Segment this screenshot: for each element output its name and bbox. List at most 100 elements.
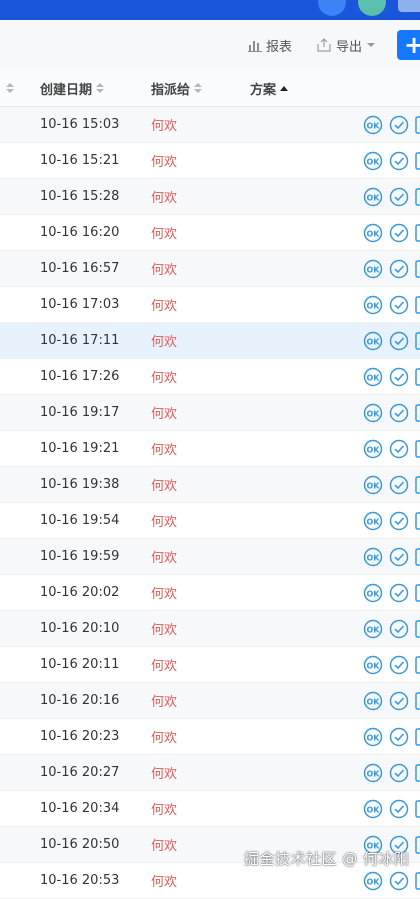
ok-icon[interactable]: OK <box>363 251 383 286</box>
edit-icon[interactable] <box>414 323 420 358</box>
edit-icon[interactable] <box>414 215 420 250</box>
edit-icon[interactable] <box>414 755 420 790</box>
edit-icon[interactable] <box>414 539 420 574</box>
check-circle-icon[interactable] <box>389 503 409 538</box>
ok-icon[interactable]: OK <box>363 683 383 718</box>
check-circle-icon[interactable] <box>389 755 409 790</box>
edit-icon[interactable] <box>414 431 420 466</box>
ok-icon[interactable]: OK <box>363 431 383 466</box>
edit-icon[interactable] <box>414 287 420 322</box>
edit-icon[interactable] <box>414 791 420 826</box>
ok-icon[interactable]: OK <box>363 179 383 214</box>
table-row[interactable]: 10-16 19:17 何欢 OK <box>0 395 420 431</box>
table-row[interactable]: 10-16 20:23 何欢 OK <box>0 719 420 755</box>
check-circle-icon[interactable] <box>389 143 409 178</box>
ok-icon[interactable]: OK <box>363 647 383 682</box>
table-row[interactable]: 10-16 20:11 何欢 OK <box>0 647 420 683</box>
check-circle-icon[interactable] <box>389 647 409 682</box>
check-circle-icon[interactable] <box>389 179 409 214</box>
edit-icon[interactable] <box>414 503 420 538</box>
check-circle-icon[interactable] <box>389 431 409 466</box>
table-row[interactable]: 10-16 15:28 何欢 OK <box>0 179 420 215</box>
table-row[interactable]: 10-16 19:21 何欢 OK <box>0 431 420 467</box>
ok-icon[interactable]: OK <box>363 503 383 538</box>
svg-text:OK: OK <box>367 229 381 238</box>
ok-icon[interactable]: OK <box>363 395 383 430</box>
ok-icon[interactable]: OK <box>363 107 383 142</box>
table-row[interactable]: 10-16 20:10 何欢 OK <box>0 611 420 647</box>
edit-icon[interactable] <box>414 647 420 682</box>
ok-icon[interactable]: OK <box>363 719 383 754</box>
ok-icon[interactable]: OK <box>363 755 383 790</box>
table-row[interactable]: 10-16 16:57 何欢 OK <box>0 251 420 287</box>
column-sort-toggle[interactable] <box>2 70 14 106</box>
table-row[interactable]: 10-16 17:26 何欢 OK <box>0 359 420 395</box>
edit-icon[interactable] <box>414 683 420 718</box>
avatar[interactable] <box>358 0 386 16</box>
ok-icon[interactable]: OK <box>363 143 383 178</box>
ok-icon[interactable]: OK <box>363 611 383 646</box>
check-circle-icon[interactable] <box>389 539 409 574</box>
svg-text:OK: OK <box>367 373 381 382</box>
avatar[interactable] <box>318 0 346 16</box>
check-circle-icon[interactable] <box>389 719 409 754</box>
edit-icon[interactable] <box>414 467 420 502</box>
add-button[interactable]: + <box>397 30 420 60</box>
edit-icon[interactable] <box>414 719 420 754</box>
edit-icon[interactable] <box>414 575 420 610</box>
check-circle-icon[interactable] <box>389 107 409 142</box>
check-circle-icon[interactable] <box>389 215 409 250</box>
edit-icon[interactable] <box>414 251 420 286</box>
ok-icon[interactable]: OK <box>363 323 383 358</box>
ok-icon[interactable]: OK <box>363 539 383 574</box>
check-circle-icon[interactable] <box>389 323 409 358</box>
ok-icon[interactable]: OK <box>363 359 383 394</box>
assignee-cell: 何欢 <box>151 371 178 386</box>
ok-icon[interactable]: OK <box>363 791 383 826</box>
table-row[interactable]: 10-16 17:03 何欢 OK <box>0 287 420 323</box>
table-row[interactable]: 10-16 20:34 何欢 OK <box>0 791 420 827</box>
table-row[interactable]: 10-16 20:02 何欢 OK <box>0 575 420 611</box>
check-circle-icon[interactable] <box>389 395 409 430</box>
table-row[interactable]: 10-16 15:21 何欢 OK <box>0 143 420 179</box>
check-circle-icon[interactable] <box>389 575 409 610</box>
column-header-created[interactable]: 创建日期 <box>40 70 105 106</box>
created-date-cell: 10-16 16:57 <box>40 261 120 276</box>
table-row[interactable]: 10-16 20:27 何欢 OK <box>0 755 420 791</box>
table-row[interactable]: 10-16 17:11 何欢 OK <box>0 323 420 359</box>
svg-text:OK: OK <box>367 265 381 274</box>
table-row[interactable]: 10-16 19:54 何欢 OK <box>0 503 420 539</box>
edit-icon[interactable] <box>414 863 420 898</box>
check-circle-icon[interactable] <box>389 359 409 394</box>
edit-icon[interactable] <box>414 359 420 394</box>
check-circle-icon[interactable] <box>389 791 409 826</box>
export-dropdown[interactable]: 导出 <box>316 20 376 70</box>
column-header-assignee[interactable]: 指派给 <box>151 70 203 106</box>
created-date-cell: 10-16 15:28 <box>40 189 120 204</box>
table-row[interactable]: 10-16 16:20 何欢 OK <box>0 215 420 251</box>
ok-icon[interactable]: OK <box>363 215 383 250</box>
table-row[interactable]: 10-16 19:59 何欢 OK <box>0 539 420 575</box>
check-circle-icon[interactable] <box>389 467 409 502</box>
column-header-plan[interactable]: 方案 <box>250 70 289 106</box>
edit-icon[interactable] <box>414 827 420 862</box>
edit-icon[interactable] <box>414 611 420 646</box>
edit-icon[interactable] <box>414 395 420 430</box>
ok-icon[interactable]: OK <box>363 467 383 502</box>
check-circle-icon[interactable] <box>389 611 409 646</box>
ok-icon[interactable]: OK <box>363 287 383 322</box>
table-row[interactable]: 10-16 20:16 何欢 OK <box>0 683 420 719</box>
edit-icon[interactable] <box>414 179 420 214</box>
report-button[interactable]: 报表 <box>248 20 292 70</box>
edit-icon[interactable] <box>414 107 420 142</box>
created-date-cell: 10-16 20:23 <box>40 729 120 744</box>
created-date-cell: 10-16 15:03 <box>40 117 120 132</box>
ok-icon[interactable]: OK <box>363 575 383 610</box>
check-circle-icon[interactable] <box>389 287 409 322</box>
table-row[interactable]: 10-16 19:38 何欢 OK <box>0 467 420 503</box>
check-circle-icon[interactable] <box>389 683 409 718</box>
check-circle-icon[interactable] <box>389 251 409 286</box>
table-row[interactable]: 10-16 15:03 何欢 OK <box>0 107 420 143</box>
edit-icon[interactable] <box>414 143 420 178</box>
header-button[interactable] <box>398 0 420 12</box>
